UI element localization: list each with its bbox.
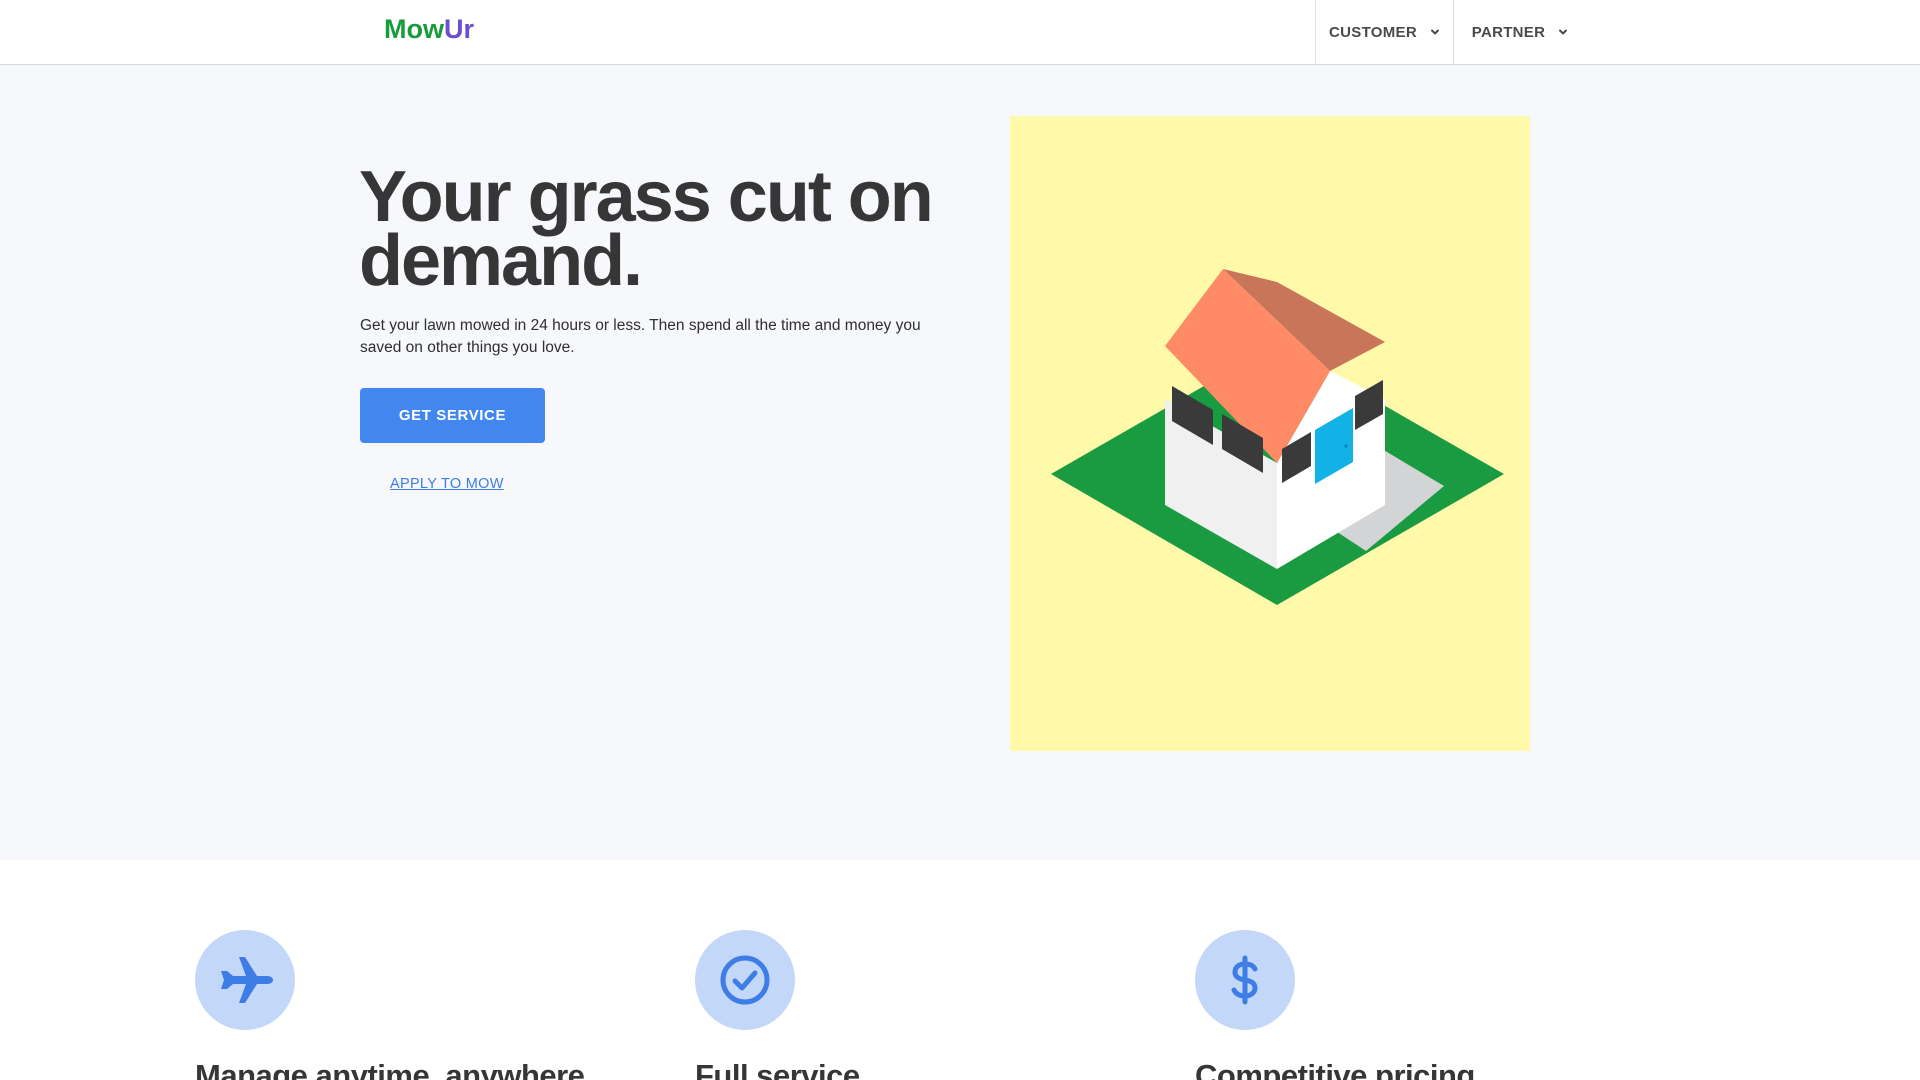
logo-ur: Ur: [444, 14, 475, 44]
navbar: MowUr CUSTOMER PARTNER: [0, 0, 1920, 65]
feature-icon-circle: [695, 930, 795, 1030]
chevron-down-icon: [1430, 29, 1439, 35]
nav-customer-dropdown[interactable]: CUSTOMER: [1315, 0, 1454, 64]
page: MowUr CUSTOMER PARTNER Your grass cut on…: [0, 0, 1920, 1080]
feature-title: Competitive pricing: [1195, 1058, 1475, 1080]
feature-full-service: Full service: [695, 930, 1155, 1080]
nav-partner-label: PARTNER: [1471, 23, 1546, 41]
isometric-house-icon: [1010, 116, 1530, 751]
feature-manage: Manage anytime, anywhere: [195, 930, 655, 1080]
check-circle-icon: [720, 955, 770, 1005]
feature-title: Manage anytime, anywhere: [195, 1058, 585, 1080]
chevron-down-icon: [1559, 29, 1568, 35]
hero-section: Your grass cut on demand. Get your lawn …: [0, 65, 1920, 860]
logo-mow: Mow: [384, 14, 444, 44]
feature-icon-circle: [1195, 930, 1295, 1030]
get-service-button[interactable]: GET SERVICE: [360, 388, 545, 443]
nav-customer-label: CUSTOMER: [1329, 23, 1417, 41]
feature-pricing: Competitive pricing: [1195, 930, 1655, 1080]
apply-to-mow-link[interactable]: APPLY TO MOW: [390, 476, 504, 492]
airplane-icon: [221, 957, 273, 1003]
hero-title: Your grass cut on demand.: [359, 157, 934, 301]
dollar-icon: [1231, 955, 1258, 1005]
feature-title: Full service: [695, 1058, 860, 1080]
nav-partner-dropdown[interactable]: PARTNER: [1453, 0, 1587, 64]
logo[interactable]: MowUr: [384, 14, 474, 45]
hero-subtitle: Get your lawn mowed in 24 hours or less.…: [360, 317, 921, 356]
feature-icon-circle: [195, 930, 295, 1030]
features-section: Manage anytime, anywhere Full service Co…: [0, 860, 1920, 1080]
